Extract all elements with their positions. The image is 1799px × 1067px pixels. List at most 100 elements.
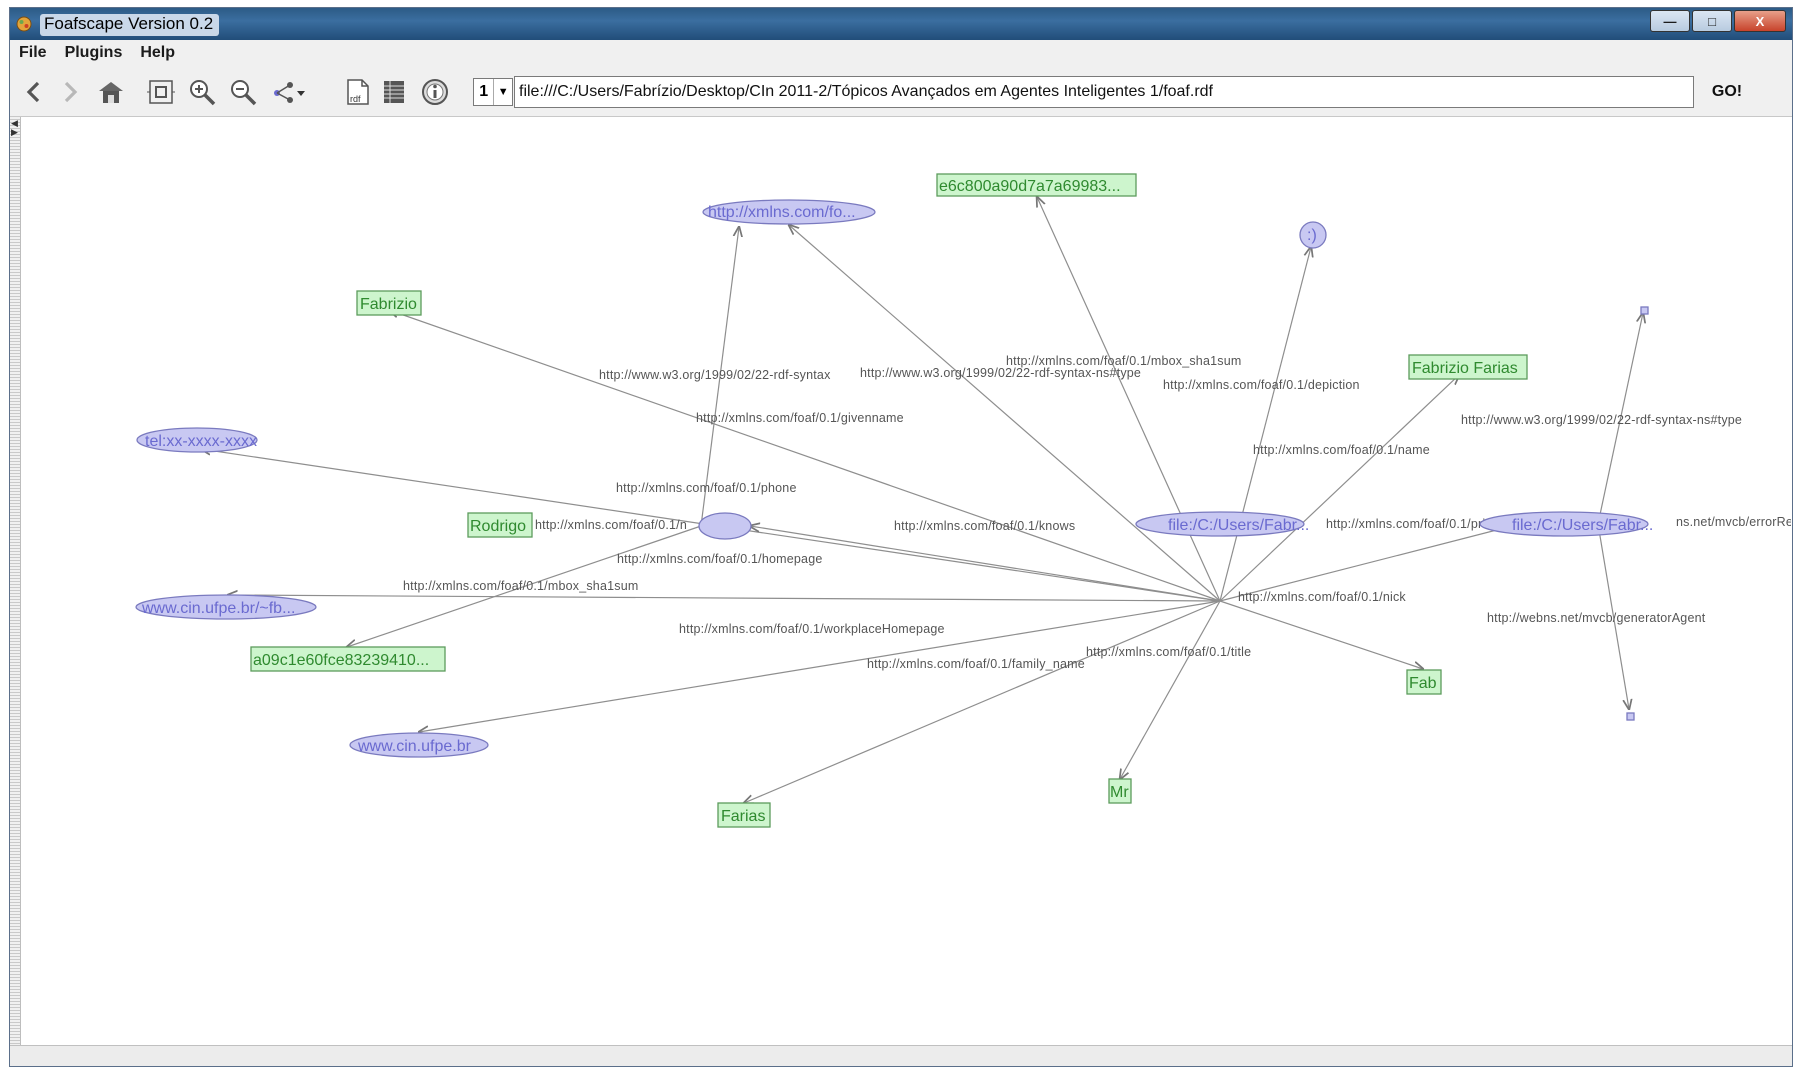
- minimize-button[interactable]: —: [1650, 10, 1690, 32]
- graph-node-literal[interactable]: Fab: [1406, 669, 1442, 695]
- table-view-button[interactable]: [380, 78, 408, 106]
- rdf-source-button[interactable]: rdf: [344, 78, 372, 106]
- zoom-out-icon: [231, 80, 257, 106]
- edge-label[interactable]: http://xmlns.com/foaf/0.1/nick: [1238, 590, 1406, 604]
- menu-help[interactable]: Help: [131, 44, 184, 62]
- graph-node-resource[interactable]: www.cin.ufpe.br/~fb...: [135, 594, 317, 620]
- edge-line: [1037, 197, 1221, 602]
- node-label: file:/C:/Users/Fabr...: [1168, 517, 1309, 534]
- node-label: a09c1e60fce83239410...: [253, 652, 429, 669]
- edge-label[interactable]: http://www.w3.org/1999/02/22-rdf-syntax-…: [1461, 413, 1742, 427]
- node-label: Fabrizio Farias: [1412, 360, 1518, 377]
- graph-node-resource[interactable]: http://xmlns.com/fo...: [702, 199, 876, 225]
- close-button[interactable]: X: [1734, 10, 1786, 32]
- graph-node-resource[interactable]: file:/C:/Users/Fabr...: [1135, 511, 1309, 537]
- graph-node-square[interactable]: [1640, 306, 1649, 315]
- back-icon: [26, 81, 40, 103]
- edge-line: [228, 595, 1221, 602]
- rdf-graph[interactable]: http://www.w3.org/1999/02/22-rdf-syntax …: [21, 117, 1791, 1047]
- graph-node-blank[interactable]: [698, 512, 752, 540]
- menu-file[interactable]: File: [10, 44, 56, 62]
- edge-line: [1219, 247, 1311, 602]
- split-pane-divider[interactable]: ◀ ▶: [10, 117, 21, 1047]
- layout-button[interactable]: [272, 78, 308, 106]
- graph-node-literal[interactable]: a09c1e60fce83239410...: [250, 646, 446, 672]
- edge-label[interactable]: http://xmlns.com/foaf/0.1/depiction: [1163, 378, 1360, 392]
- collapse-arrows-icon[interactable]: ◀ ▶: [11, 119, 18, 137]
- fit-view-icon: [147, 80, 175, 104]
- node-label: Fabrizio: [360, 296, 417, 313]
- app-icon: [16, 16, 32, 32]
- zoom-out-button[interactable]: [229, 78, 257, 106]
- page-number-select[interactable]: 1 ▼: [473, 78, 513, 106]
- edge-label[interactable]: http://xmlns.com/foaf/0.1/family_name: [867, 657, 1085, 671]
- edge-line: [1219, 375, 1459, 602]
- edge-label[interactable]: http://xmlns.com/foaf/0.1/pri: [1326, 517, 1485, 531]
- home-button[interactable]: [97, 78, 125, 106]
- forward-button[interactable]: [56, 78, 84, 106]
- back-button[interactable]: [20, 78, 48, 106]
- node-ellipse: [698, 512, 752, 540]
- node-label: http://xmlns.com/fo...: [708, 204, 856, 221]
- edge-line: [1120, 600, 1221, 779]
- fit-view-button[interactable]: [147, 78, 175, 106]
- edge-label[interactable]: http://xmlns.com/foaf/0.1/n: [535, 518, 687, 532]
- node-label: Fab: [1409, 675, 1437, 692]
- forward-icon: [64, 81, 78, 103]
- edge-label[interactable]: http://xmlns.com/foaf/0.1/homepage: [617, 552, 823, 566]
- layout-icon: [274, 82, 305, 103]
- node-label: Farias: [721, 808, 765, 825]
- edge-label[interactable]: http://webns.net/mvcb/generatorAgent: [1487, 611, 1706, 625]
- maximize-icon: □: [1708, 13, 1716, 29]
- application-window: Foafscape Version 0.2 — □ X File Plugins…: [9, 7, 1793, 1067]
- edge-label[interactable]: http://xmlns.com/foaf/0.1/name: [1253, 443, 1430, 457]
- node-label: www.cin.ufpe.br/~fb...: [141, 600, 295, 617]
- window-controls: — □ X: [1650, 10, 1786, 32]
- edge-label[interactable]: http://xmlns.com/foaf/0.1/title: [1086, 645, 1251, 659]
- graph-node-square[interactable]: [1626, 712, 1635, 721]
- edge-label[interactable]: http://xmlns.com/foaf/0.1/knows: [894, 519, 1075, 533]
- info-button[interactable]: [421, 78, 449, 106]
- zoom-in-icon: [190, 80, 216, 106]
- edge-label[interactable]: http://xmlns.com/foaf/0.1/phone: [616, 481, 797, 495]
- edge-label[interactable]: http://xmlns.com/foaf/0.1/mbox_sha1sum: [1006, 354, 1241, 368]
- home-icon: [99, 82, 123, 103]
- chevron-down-icon[interactable]: ▼: [493, 79, 512, 105]
- edge-label[interactable]: http://xmlns.com/foaf/0.1/workplaceHomep…: [679, 622, 945, 636]
- info-icon: [422, 79, 448, 105]
- node-label: www.cin.ufpe.br: [357, 738, 472, 755]
- edge-line: [419, 600, 1221, 732]
- rdf-label: rdf: [350, 94, 361, 104]
- graph-nodes: http://xmlns.com/fo... e6c800a90d7a7a699…: [135, 173, 1653, 828]
- graph-node-literal[interactable]: Farias: [717, 802, 771, 828]
- toolbar: rdf 1 ▼ GO!: [10, 66, 1792, 117]
- go-button[interactable]: GO!: [1702, 78, 1752, 106]
- graph-node-literal[interactable]: e6c800a90d7a7a69983...: [936, 173, 1137, 197]
- graph-node-literal[interactable]: Fabrizio Farias: [1408, 354, 1528, 380]
- edge-label[interactable]: http://www.w3.org/1999/02/22-rdf-syntax: [599, 368, 831, 382]
- graph-canvas[interactable]: ◀ ▶ http://www.w3.org/1999/02/22-rdf-syn…: [10, 117, 1792, 1047]
- node-label: Mr: [1110, 784, 1129, 801]
- edge-label[interactable]: http://xmlns.com/foaf/0.1/mbox_sha1sum: [403, 579, 638, 593]
- edge-label[interactable]: http://xmlns.com/foaf/0.1/givenname: [696, 411, 904, 425]
- graph-node-literal[interactable]: Rodrigo: [467, 512, 533, 538]
- graph-node-resource[interactable]: file:/C:/Users/Fabr...: [1479, 511, 1653, 537]
- graph-edges: [201, 197, 1643, 803]
- maximize-button[interactable]: □: [1692, 10, 1732, 32]
- graph-node-resource[interactable]: tel:xx-xxxx-xxxx: [136, 427, 258, 453]
- title-bar[interactable]: Foafscape Version 0.2 — □ X: [10, 8, 1792, 40]
- edge-label[interactable]: http://www.w3.org/1999/02/22-rdf-syntax-…: [860, 366, 1141, 380]
- edge-label[interactable]: ns.net/mvcb/errorRe: [1676, 515, 1791, 529]
- node-label: :): [1307, 227, 1317, 244]
- menu-plugins[interactable]: Plugins: [56, 44, 132, 62]
- url-input[interactable]: [514, 76, 1694, 108]
- page-number: 1: [479, 83, 489, 100]
- node-label: Rodrigo: [470, 518, 526, 535]
- zoom-in-button[interactable]: [188, 78, 216, 106]
- graph-node-literal[interactable]: Fabrizio: [356, 290, 422, 316]
- node-label: file:/C:/Users/Fabr...: [1512, 517, 1653, 534]
- graph-node-resource[interactable]: www.cin.ufpe.br: [349, 732, 489, 758]
- graph-node-literal[interactable]: Mr: [1108, 778, 1132, 804]
- window-title: Foafscape Version 0.2: [40, 14, 220, 36]
- graph-node-resource[interactable]: :): [1299, 221, 1327, 249]
